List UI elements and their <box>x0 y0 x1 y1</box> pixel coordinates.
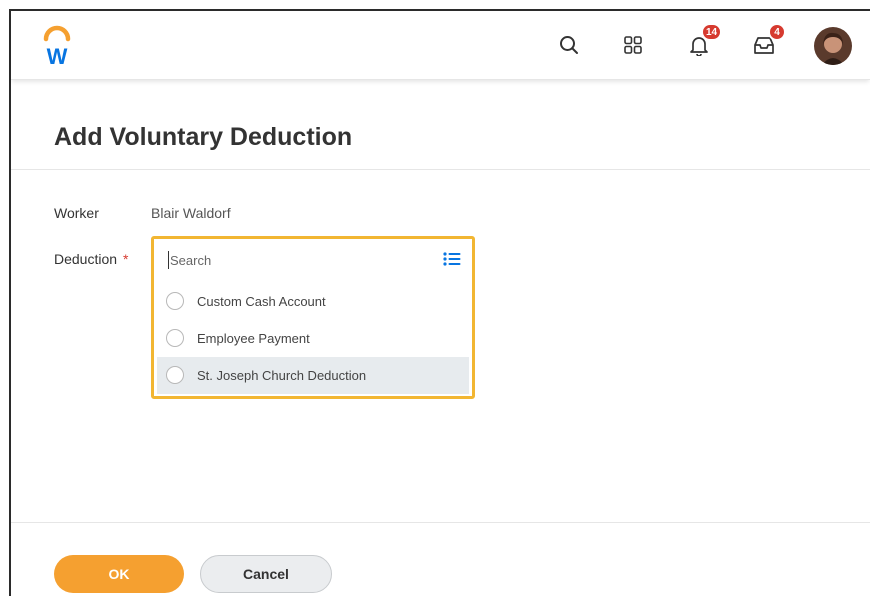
required-asterisk: * <box>123 251 129 267</box>
top-header: W 14 4 <box>11 11 870 80</box>
option-employee-payment[interactable]: Employee Payment <box>157 320 469 357</box>
option-custom-cash-account[interactable]: Custom Cash Account <box>157 283 469 320</box>
app-window: W 14 4 Add Voluntary Deduction Worker Bl… <box>9 9 870 599</box>
worker-label: Worker <box>54 205 99 221</box>
search-icon[interactable] <box>553 29 585 61</box>
notifications-badge: 14 <box>701 23 723 41</box>
deduction-label-text: Deduction <box>54 251 118 267</box>
radio-button[interactable] <box>166 366 184 384</box>
list-icon[interactable] <box>442 251 462 267</box>
bell-icon[interactable]: 14 <box>683 23 723 61</box>
logo-letter: W <box>47 44 68 67</box>
title-bar: Add Voluntary Deduction <box>11 93 870 170</box>
footer-bar: OK Cancel <box>11 522 870 599</box>
inbox-badge: 4 <box>768 23 786 41</box>
deduction-prompt[interactable]: Custom Cash Account Employee Payment St.… <box>151 236 475 399</box>
deduction-label: Deduction * <box>54 251 129 267</box>
ok-button[interactable]: OK <box>54 555 184 593</box>
avatar[interactable] <box>814 27 852 65</box>
worker-value: Blair Waldorf <box>151 205 231 221</box>
inbox-icon[interactable]: 4 <box>748 23 786 61</box>
search-row <box>154 239 472 279</box>
radio-button[interactable] <box>166 329 184 347</box>
option-st-joseph-church-deduction[interactable]: St. Joseph Church Deduction <box>157 357 469 394</box>
option-label: St. Joseph Church Deduction <box>197 368 367 383</box>
radio-button[interactable] <box>166 292 184 310</box>
workday-logo[interactable]: W <box>39 25 75 69</box>
page-title: Add Voluntary Deduction <box>54 123 353 151</box>
apps-grid-icon[interactable] <box>617 29 649 61</box>
option-label: Employee Payment <box>197 331 310 346</box>
option-label: Custom Cash Account <box>197 294 326 309</box>
search-input[interactable] <box>168 251 430 269</box>
cancel-button[interactable]: Cancel <box>200 555 332 593</box>
